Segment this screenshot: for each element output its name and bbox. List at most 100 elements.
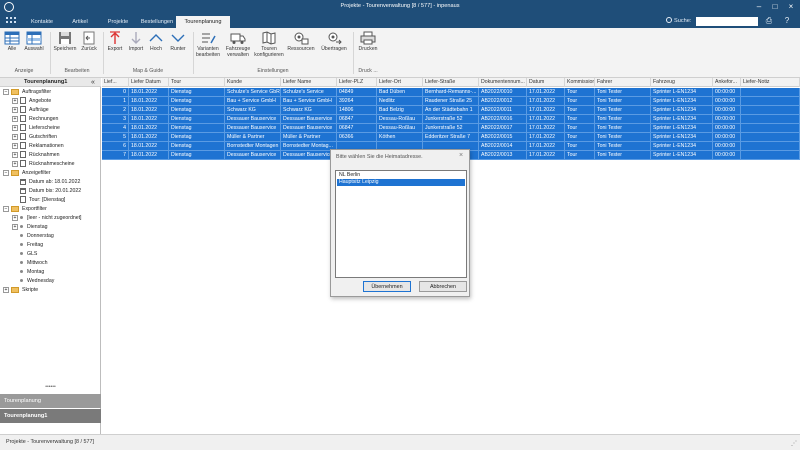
expand-toggle-icon[interactable]: + (12, 223, 18, 230)
nav-tourenplanung1[interactable]: Tourenplanung1 (0, 409, 101, 423)
column-header[interactable]: Ankefor... (713, 78, 741, 87)
column-header[interactable]: Liefer Datum (129, 78, 169, 87)
export-button[interactable]: Export (104, 30, 126, 64)
drucken-button[interactable]: Drucken (356, 30, 380, 64)
tree-mittwoch[interactable]: Mittwoch (20, 259, 47, 268)
tree-angebote[interactable]: + Angebote (12, 97, 51, 106)
abbrechen-button[interactable]: Abbrechen (419, 281, 467, 292)
tab-artikel[interactable]: Artikel (62, 16, 98, 28)
uebertragen-button[interactable]: Übertragen (318, 30, 350, 64)
expand-toggle-icon[interactable]: + (12, 106, 18, 113)
tree-freitag[interactable]: Freitag (20, 241, 43, 250)
dialog-close-icon[interactable]: × (459, 152, 463, 159)
tab-kontakte[interactable]: Kontakte (22, 16, 62, 28)
tree-leer[interactable]: + [leer - nicht zugeordnet] (12, 214, 82, 223)
close-icon[interactable]: × (786, 2, 796, 12)
alle-button[interactable]: Alle (2, 30, 22, 64)
tab-tourenplanung[interactable]: Tourenplanung (176, 16, 230, 28)
column-header[interactable]: Tour (169, 78, 225, 87)
help-icon[interactable]: ? (782, 16, 792, 26)
tree-ruecknahmescheine[interactable]: + Rücknahmescheine (12, 160, 75, 169)
table-cell: Bornstedter Montagen (225, 142, 281, 151)
column-header[interactable]: Fahrzeug (651, 78, 713, 87)
expand-toggle-icon[interactable]: + (12, 160, 18, 167)
bullet-icon (20, 279, 23, 283)
expand-toggle-icon[interactable]: + (12, 115, 18, 122)
column-header[interactable]: Liefer Name (281, 78, 337, 87)
column-header[interactable]: Lief... (102, 78, 129, 87)
table-row[interactable]: 3 18.01.2022 Dienstag Dessauer Bauservice De… (102, 115, 800, 124)
transfer-gear-icon (328, 32, 342, 45)
tree-donnerstag[interactable]: Donnerstag (20, 232, 54, 241)
nav-tourenplanung[interactable]: Tourenplanung (0, 394, 101, 408)
print-icon[interactable]: ⎙ (764, 16, 774, 26)
tree-lieferscheine[interactable]: + Lieferscheine (12, 124, 60, 133)
import-button[interactable]: Import (126, 30, 146, 64)
tree-datum-bis[interactable]: Datum bis: 20.01.2022 (20, 187, 81, 196)
tree-dienstag[interactable]: + Dienstag (12, 223, 47, 232)
tree-ruecknahmen[interactable]: + Rücknahmen (12, 151, 60, 160)
collapse-sidebar-icon[interactable]: « (91, 78, 95, 87)
expand-toggle-icon[interactable]: + (12, 142, 18, 149)
tree-montag[interactable]: Montag (20, 268, 44, 277)
zurueck-button[interactable]: Zurück (78, 30, 100, 64)
touren-konfigurieren-button[interactable]: Touren konfigurieren (254, 30, 284, 64)
column-header[interactable]: Liefer-Straße (423, 78, 479, 87)
search-input[interactable] (696, 17, 758, 26)
table-row[interactable]: 1 18.01.2022 Dienstag Bau + Service GmbH Bau… (102, 97, 800, 106)
table-row[interactable]: 0 18.01.2022 Dienstag Schulze's Service GbR… (102, 88, 800, 97)
collapse-toggle-icon[interactable]: − (3, 169, 9, 176)
expand-toggle-icon[interactable]: + (12, 124, 18, 131)
tree-gls[interactable]: GLS (20, 250, 37, 259)
maximize-icon[interactable]: □ (770, 2, 780, 12)
ressourcen-button[interactable]: Ressourcen (286, 30, 316, 64)
tree-auftragsfilter[interactable]: − Auftragsfilter (3, 88, 51, 97)
expand-toggle-icon[interactable]: + (12, 97, 18, 104)
column-header[interactable]: Liefer-Notiz (741, 78, 800, 87)
tree-rechnungen[interactable]: + Rechnungen (12, 115, 58, 124)
tree-datum-ab[interactable]: Datum ab: 18.01.2022 (20, 178, 80, 187)
column-header[interactable]: Liefer-Ort (377, 78, 423, 87)
auswahl-button[interactable]: Auswahl (22, 30, 46, 64)
column-header[interactable]: Liefer-PLZ (337, 78, 377, 87)
expand-toggle-icon[interactable]: + (12, 133, 18, 140)
uebernehmen-button[interactable]: Übernehmen (363, 281, 411, 292)
apps-grid-icon[interactable] (6, 17, 16, 25)
tree-wednesday[interactable]: Wednesday (20, 277, 54, 286)
varianten-bearbeiten-button[interactable]: Varianten bearbeiten (194, 30, 222, 64)
tree-auftraege[interactable]: + Aufträge (12, 106, 49, 115)
list-item[interactable]: NL Berlin (337, 172, 465, 179)
splitter-grip[interactable]: •••••• (0, 384, 101, 390)
column-header[interactable]: Dokumentennum... (479, 78, 527, 87)
column-header[interactable]: Kommission (565, 78, 595, 87)
collapse-toggle-icon[interactable]: − (3, 88, 9, 95)
tree-reklamationen[interactable]: + Reklamationen (12, 142, 64, 151)
document-icon (20, 196, 26, 204)
tree-exportfilter[interactable]: − Exportfilter (3, 205, 47, 214)
table-row[interactable]: 5 18.01.2022 Dienstag Müller & Partner Mülle… (102, 133, 800, 142)
collapse-toggle-icon[interactable]: − (3, 205, 9, 212)
runter-button[interactable]: Runter (166, 30, 190, 64)
expand-toggle-icon[interactable]: + (3, 286, 9, 293)
tab-projekte[interactable]: Projekte (98, 16, 138, 28)
tree-anzeigefilter[interactable]: − Anzeigefilter (3, 169, 51, 178)
table-row[interactable]: 4 18.01.2022 Dienstag Dessauer Bauservice De… (102, 124, 800, 133)
minimize-icon[interactable]: – (754, 2, 764, 12)
tree-skripte[interactable]: + Skripte (3, 286, 38, 295)
hoch-button[interactable]: Hoch (146, 30, 166, 64)
tab-bestellungen[interactable]: Bestellungen (138, 16, 176, 28)
tree-gutschriften[interactable]: + Gutschriften (12, 133, 57, 142)
table-cell: Edderitzer Straße 7 (423, 133, 479, 142)
fahrzeuge-verwalten-button[interactable]: Fahrzeuge verwalten (224, 30, 252, 64)
speichern-button[interactable]: Speichern (52, 30, 78, 64)
column-header[interactable]: Kunde (225, 78, 281, 87)
tree-tour-filter[interactable]: Tour: [Dienstag] (20, 196, 65, 205)
column-header[interactable]: Fahrer (595, 78, 651, 87)
list-item-selected[interactable]: Hauptsitz Leipzig (337, 179, 465, 186)
expand-toggle-icon[interactable]: + (12, 214, 18, 221)
resize-grip-icon[interactable]: ⋰ (791, 440, 797, 447)
column-header[interactable]: Datum (527, 78, 565, 87)
expand-toggle-icon[interactable]: + (12, 151, 18, 158)
table-row[interactable]: 2 18.01.2022 Dienstag Schwarz KG Schwarz KG 1… (102, 106, 800, 115)
address-listbox[interactable]: NL Berlin Hauptsitz Leipzig (335, 170, 467, 278)
